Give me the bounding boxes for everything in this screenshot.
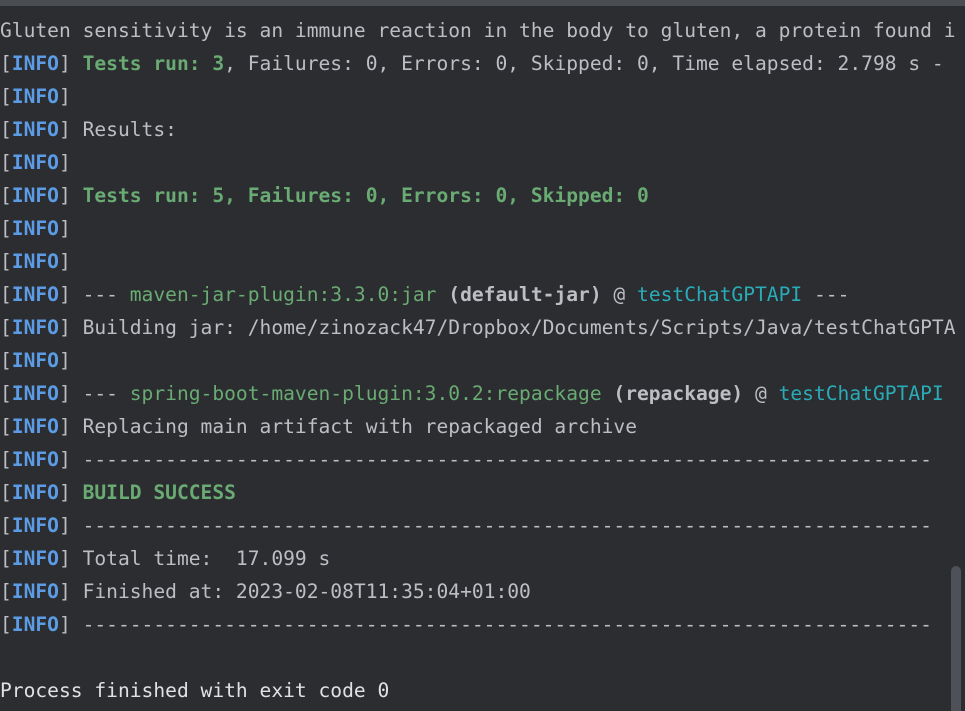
total-time: Total time: 17.099 s: [82, 547, 331, 570]
jar-path: Building jar: /home/zinozack47/Dropbox/D…: [82, 316, 956, 339]
console-line: [INFO] Total time: 17.099 s: [0, 547, 331, 570]
console-line: [INFO] ---------------------------------…: [0, 448, 932, 471]
info-tag: INFO: [11, 250, 59, 273]
console-line: [INFO] Tests run: 5, Failures: 0, Errors…: [0, 184, 649, 207]
info-tag: INFO: [11, 349, 59, 372]
scrollbar-thumb[interactable]: [951, 566, 961, 711]
console-output: Gluten sensitivity is an immune reaction…: [0, 14, 965, 707]
console-line: [INFO] --- spring-boot-maven-plugin:3.0.…: [0, 382, 944, 405]
info-tag: INFO: [11, 613, 59, 636]
info-tag: INFO: [11, 547, 59, 570]
info-tag: INFO: [11, 415, 59, 438]
console-line: [INFO] Results:: [0, 118, 177, 141]
tests-run-count: 3: [212, 52, 225, 75]
finished-at: Finished at: 2023-02-08T11:35:04+01:00: [82, 580, 531, 603]
separator: ----------------------------------------…: [82, 448, 932, 471]
console-line: [INFO] Replacing main artifact with repa…: [0, 415, 638, 438]
info-tag: INFO: [11, 85, 59, 108]
console-line: [INFO] Finished at: 2023-02-08T11:35:04+…: [0, 580, 531, 603]
output-text: Gluten sensitivity is an immune reaction…: [0, 19, 956, 42]
build-status: BUILD SUCCESS: [82, 481, 236, 504]
info-tag: INFO: [11, 52, 59, 75]
info-tag: INFO: [11, 481, 59, 504]
info-tag: INFO: [11, 514, 59, 537]
vertical-scrollbar[interactable]: [947, 6, 965, 711]
info-tag: INFO: [11, 382, 59, 405]
separator: ----------------------------------------…: [82, 514, 932, 537]
exit-message: Process finished with exit code 0: [0, 679, 390, 702]
project-name: testChatGPTAPI: [778, 382, 944, 405]
run-console[interactable]: Gluten sensitivity is an immune reaction…: [0, 0, 965, 711]
info-tag: INFO: [11, 184, 59, 207]
console-line: [INFO] Building jar: /home/zinozack47/Dr…: [0, 316, 956, 339]
console-line: [INFO]: [0, 250, 83, 273]
info-tag: INFO: [11, 283, 59, 306]
console-line: [INFO] BUILD SUCCESS: [0, 481, 236, 504]
console-line: [INFO]: [0, 349, 83, 372]
project-name: testChatGPTAPI: [637, 283, 803, 306]
info-tag: INFO: [11, 118, 59, 141]
console-line: [INFO] ---------------------------------…: [0, 514, 932, 537]
plugin-name: spring-boot-maven-plugin:3.0.2:repackage: [129, 382, 602, 405]
info-tag: INFO: [11, 316, 59, 339]
console-line: [INFO]: [0, 217, 83, 240]
console-line: [INFO] ---------------------------------…: [0, 613, 932, 636]
plugin-name: maven-jar-plugin:3.3.0:jar: [129, 283, 437, 306]
info-tag: INFO: [11, 580, 59, 603]
test-summary: Tests run: 5, Failures: 0, Errors: 0, Sk…: [82, 184, 649, 207]
console-line: [INFO]: [0, 85, 83, 108]
console-line: [INFO]: [0, 151, 83, 174]
info-tag: INFO: [11, 448, 59, 471]
console-line: [INFO] --- maven-jar-plugin:3.3.0:jar (d…: [0, 283, 850, 306]
console-line: [INFO] Tests run: 3, Failures: 0, Errors…: [0, 52, 956, 75]
console-line: Gluten sensitivity is an immune reaction…: [0, 14, 965, 47]
info-tag: INFO: [11, 151, 59, 174]
separator: ----------------------------------------…: [82, 613, 932, 636]
info-tag: INFO: [11, 217, 59, 240]
